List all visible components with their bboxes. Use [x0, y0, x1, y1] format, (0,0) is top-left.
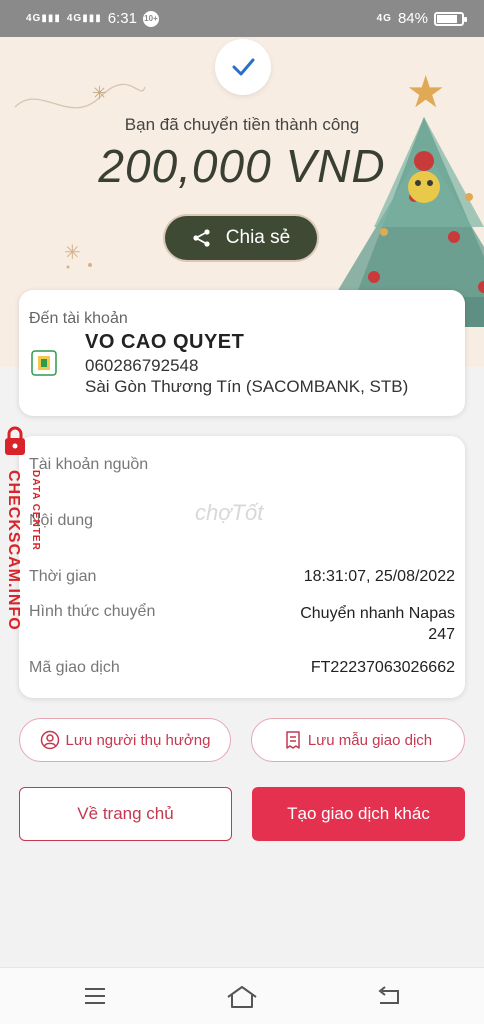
save-beneficiary-label: Lưu người thụ hưởng: [65, 731, 211, 749]
lock-icon: [5, 426, 25, 455]
signal-icon-2: 4G▮▮▮: [66, 13, 102, 24]
save-template-label: Lưu mẫu giao dịch: [307, 731, 433, 749]
checkscam-watermark: CHECKSCAM.INFO: [5, 470, 22, 631]
method-value-line1: Chuyển nhanh Napas: [300, 605, 455, 622]
sacombank-logo-icon: [31, 350, 57, 376]
network-indicator: 4G: [376, 13, 392, 24]
method-label: Hình thức chuyển: [29, 603, 156, 620]
transfer-amount: 200,000 VND: [98, 140, 386, 192]
receipt-icon: [286, 731, 300, 749]
data-center-watermark: DATA CENTER: [30, 470, 41, 551]
svg-text:★: ★: [406, 68, 445, 117]
save-beneficiary-button[interactable]: Lưu người thụ hưởng: [19, 718, 231, 762]
recipient-account-number: 060286792548: [85, 356, 199, 375]
battery-icon: [434, 11, 467, 26]
success-message: Bạn đã chuyển tiền thành công: [124, 115, 360, 134]
home-button[interactable]: Về trang chủ: [19, 787, 232, 841]
clock: 6:31: [107, 10, 137, 27]
new-transaction-button[interactable]: Tạo giao dịch khác: [252, 787, 465, 841]
transaction-id-value: FT22237063026662: [310, 659, 455, 676]
svg-text:✳: ✳: [64, 242, 81, 264]
recipient-name: VO CAO QUYET: [85, 331, 245, 353]
battery-percent: 84%: [397, 10, 428, 27]
time-value: 18:31:07, 25/08/2022: [303, 568, 455, 585]
signal-icon: 4G▮▮▮: [26, 13, 61, 24]
source-account-label: Tài khoản nguồn: [29, 456, 149, 473]
destination-card: Đến tài khoản VO CAO QUYET 060286792548 …: [19, 290, 465, 416]
back-icon[interactable]: [376, 985, 402, 1007]
sparkle-decoration: ✳: [64, 242, 92, 269]
user-icon: [40, 730, 59, 750]
transaction-details-card: Tài khoản nguồn Nội dung Thời gian 18:31…: [19, 436, 465, 698]
share-label: Chia sẻ: [225, 227, 291, 248]
share-button[interactable]: Chia sẻ: [165, 216, 317, 260]
svg-text:✳: ✳: [92, 83, 107, 103]
destination-label: Đến tài khoản: [29, 310, 128, 327]
transaction-id-label: Mã giao dịch: [29, 659, 120, 676]
share-icon: [193, 229, 210, 247]
menu-icon[interactable]: [83, 985, 107, 1007]
chotot-watermark: chợTốt: [195, 500, 264, 525]
method-value: Chuyển nhanh Napas 247: [300, 603, 455, 645]
method-value-line2: 247: [428, 626, 455, 643]
recipient-bank: Sài Gòn Thương Tín (SACOMBANK, STB): [85, 377, 409, 396]
notification-count: 10+: [142, 10, 159, 27]
system-nav-bar: [0, 967, 484, 1024]
time-label: Thời gian: [29, 568, 97, 585]
home-icon[interactable]: [226, 985, 258, 1009]
status-bar: 4G▮▮▮ 4G▮▮▮ 6:31 10+ 4G 84%: [0, 0, 484, 37]
save-template-button[interactable]: Lưu mẫu giao dịch: [251, 718, 465, 762]
success-check-icon: [215, 39, 271, 95]
